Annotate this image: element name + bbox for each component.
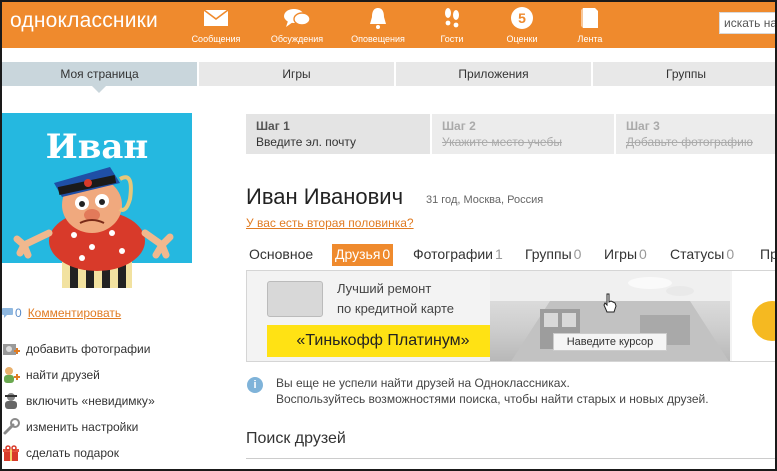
ad-banner[interactable]: Лучший ремонт по кредитной карте «Тинько…	[246, 270, 777, 362]
profile-steps: Шаг 1 Введите эл. почту Шаг 2 Укажите ме…	[246, 114, 777, 154]
step-3-desc: Добавьте фотографию	[626, 135, 753, 149]
nav-feed[interactable]: Лента	[550, 6, 630, 44]
step-3[interactable]: Шаг 3 Добавьте фотографию	[616, 114, 777, 154]
nav-feed-label: Лента	[577, 34, 603, 44]
ptab-main[interactable]: Основное	[249, 244, 313, 266]
ptab-games-label: Игры	[604, 246, 638, 262]
find-friends-icon	[4, 367, 20, 383]
main-tabs: Моя страница Игры Приложения Группы	[2, 62, 777, 86]
comment-row: 0 Комментировать	[2, 306, 121, 320]
relationship-link[interactable]: У вас есть вторая половинка?	[246, 216, 414, 230]
tab-my-page[interactable]: Моя страница	[2, 62, 197, 86]
ptab-statuses-label: Статусы	[670, 246, 725, 262]
comment-icon	[2, 308, 13, 318]
ptab-groups[interactable]: Группы 0	[525, 244, 581, 266]
nav-discussions[interactable]: Обсуждения	[257, 6, 337, 44]
step-3-title: Шаг 3	[626, 119, 660, 133]
ptab-friends[interactable]: Друзья 0	[332, 244, 394, 266]
gift-icon	[3, 445, 19, 461]
profile-name: Иван Иванович	[246, 184, 404, 209]
info-icon: i	[247, 377, 263, 393]
step-1-title: Шаг 1	[256, 119, 290, 133]
banner-line-2: по кредитной карте	[337, 301, 455, 316]
notice-line-1: Вы еще не успели найти друзей на Однокла…	[276, 376, 570, 390]
ptab-more-label: Пр	[760, 246, 777, 262]
nav-messages[interactable]: Сообщения	[176, 6, 256, 44]
tab-apps[interactable]: Приложения	[396, 62, 591, 86]
menu-settings-label: изменить настройки	[26, 420, 139, 434]
active-tab-indicator	[92, 86, 106, 93]
add-photo-icon	[3, 344, 20, 355]
top-bar: одноклассники Сообщения Обсуждения Опове…	[0, 0, 777, 48]
rating-badge-icon: 5	[511, 7, 533, 29]
nav-discussions-label: Обсуждения	[270, 34, 324, 44]
comment-link[interactable]: Комментировать	[28, 306, 121, 320]
envelope-icon	[203, 9, 229, 26]
search-friends-title: Поиск друзей	[246, 430, 346, 447]
invisible-icon	[5, 393, 17, 409]
feed-icon	[581, 8, 598, 28]
menu-invisible-mode-label: включить «невидимку»	[26, 394, 155, 408]
ptab-photos-label: Фотографии	[413, 246, 494, 262]
site-logo[interactable]: одноклассники	[10, 9, 158, 33]
banner-hover-hint: Наведите курсор	[553, 333, 667, 351]
step-1-desc: Введите эл. почту	[256, 135, 357, 149]
ptab-games-count: 0	[639, 246, 647, 262]
settings-icon	[3, 418, 20, 435]
nav-messages-label: Сообщения	[191, 34, 241, 44]
menu-gift-label: сделать подарок	[26, 446, 119, 460]
tab-games[interactable]: Игры	[199, 62, 394, 86]
step-2[interactable]: Шаг 2 Укажите место учебы	[432, 114, 614, 154]
step-1[interactable]: Шаг 1 Введите эл. почту	[246, 114, 430, 154]
ptab-friends-count: 0	[382, 246, 391, 262]
ptab-photos[interactable]: Фотографии 1	[413, 244, 503, 266]
ptab-main-label: Основное	[249, 246, 314, 262]
menu-find-friends-label: найти друзей	[26, 368, 100, 382]
ptab-friends-label: Друзья	[335, 246, 381, 262]
search-input[interactable]: искать на	[719, 12, 777, 34]
discussion-icon	[284, 9, 311, 27]
nav-notifications[interactable]: Оповещения	[338, 6, 418, 44]
ptab-groups-count: 0	[573, 246, 582, 262]
notice-line-2: Воспользуйтесь возможностями поиска, что…	[276, 392, 709, 406]
cartoon-character-illustration	[2, 167, 192, 303]
ptab-games[interactable]: Игры 0	[604, 244, 647, 266]
credit-card-image	[267, 281, 323, 317]
rating-badge-count: 5	[518, 10, 526, 26]
section-divider	[246, 458, 777, 459]
ptab-statuses-count: 0	[726, 246, 735, 262]
footprints-icon	[445, 8, 459, 28]
ptab-photos-count: 1	[495, 246, 503, 262]
menu-add-photos-label: добавить фотографии	[26, 342, 151, 356]
comment-count: 0	[15, 306, 22, 320]
nav-guests-label: Гости	[440, 34, 464, 44]
tab-groups[interactable]: Группы	[593, 62, 777, 86]
hand-cursor-icon	[603, 293, 617, 313]
ptab-groups-label: Группы	[525, 246, 572, 262]
nav-notifications-label: Оповещения	[351, 34, 405, 44]
banner-line-1: Лучший ремонт	[337, 281, 432, 296]
ptab-more[interactable]: Пр	[760, 244, 777, 266]
nav-guests[interactable]: Гости	[412, 6, 492, 44]
bell-icon	[370, 8, 386, 29]
avatar[interactable]: Иван	[2, 113, 192, 303]
step-2-title: Шаг 2	[442, 119, 476, 133]
step-2-desc: Укажите место учебы	[442, 135, 562, 149]
ptab-statuses[interactable]: Статусы 0	[670, 244, 734, 266]
profile-meta: 31 год, Москва, Россия	[426, 194, 544, 206]
banner-cta-button[interactable]: «Тинькофф Платинум»	[267, 325, 499, 357]
